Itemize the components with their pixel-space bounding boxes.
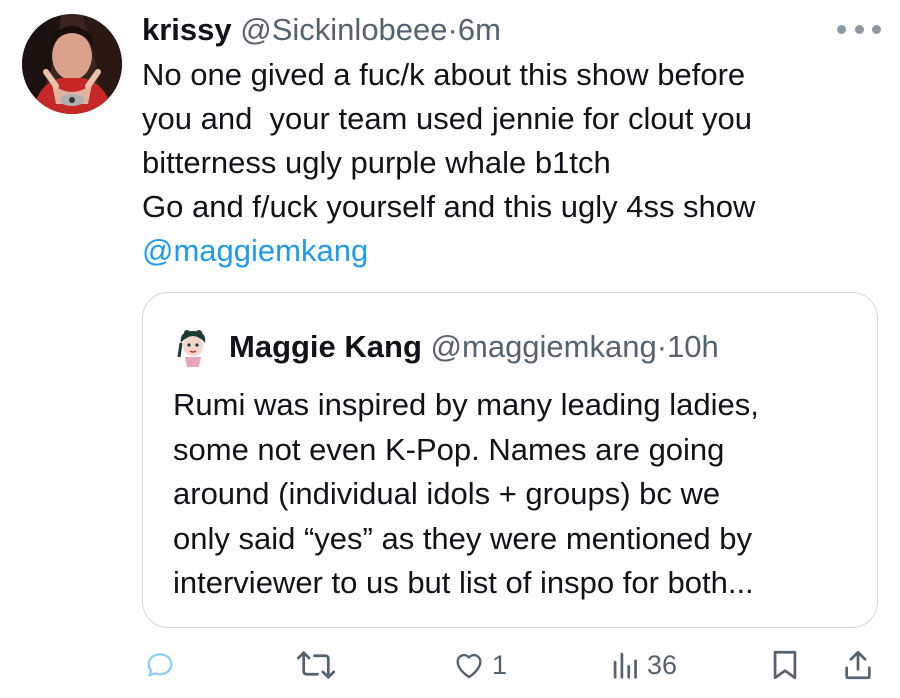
quoted-header: Maggie Kang @maggiemkang·10h [229, 329, 719, 365]
more-dot [872, 24, 881, 34]
bookmark-button[interactable] [770, 640, 800, 690]
quoted-author-name[interactable]: Maggie Kang [229, 329, 422, 364]
tweet-text: No one gived a fuc/k about this show bef… [142, 53, 872, 273]
quoted-text: Rumi was inspired by many leading ladies… [173, 383, 853, 606]
tweet-text-line: you and your team used jennie for clout … [142, 101, 753, 136]
action-bar: 1 36 [0, 640, 900, 690]
quoted-tweet[interactable]: Maggie Kang @maggiemkang·10h Rumi was in… [142, 292, 878, 628]
author-handle[interactable]: @Sickinlobeee [240, 12, 447, 47]
heart-icon [456, 653, 482, 679]
tweet-text-line: bitterness ugly purple whale b1tch [142, 145, 611, 180]
views-icon [613, 652, 637, 679]
view-count: 36 [647, 650, 678, 680]
quoted-text-line: Rumi was inspired by many leading ladies… [173, 387, 759, 422]
quoted-author-handle[interactable]: @maggiemkang [431, 329, 657, 364]
tweet-text-line: Go and f/uck yourself and this ugly 4ss … [142, 189, 756, 224]
quoted-text-line: interviewer to us but list of inspo for … [173, 565, 754, 600]
more-icon[interactable] [837, 22, 881, 36]
quoted-avatar[interactable] [173, 327, 213, 367]
avatar[interactable] [22, 14, 122, 114]
bookmark-icon [773, 650, 797, 680]
quoted-timestamp[interactable]: 10h [667, 329, 719, 364]
share-button[interactable] [842, 640, 874, 690]
retweet-icon [296, 651, 336, 679]
reply-button[interactable] [143, 640, 177, 690]
separator: · [656, 329, 668, 364]
timestamp[interactable]: 6m [458, 12, 501, 47]
separator: · [447, 12, 458, 47]
mention-link[interactable]: @maggiemkang [142, 229, 872, 273]
quoted-text-line: around (individual idols + groups) bc we [173, 476, 721, 511]
quoted-text-line: only said “yes” as they were mentioned b… [173, 520, 752, 556]
tweet-text-line: No one gived a fuc/k about this show bef… [142, 57, 746, 92]
retweet-button[interactable] [296, 640, 336, 690]
more-dot [837, 24, 846, 34]
more-dot [854, 24, 864, 34]
views-button[interactable]: 36 [611, 640, 677, 690]
quoted-text-line: some not even K-Pop. Names are going [173, 431, 725, 467]
like-count: 1 [492, 650, 508, 680]
author-name[interactable]: krissy [142, 12, 232, 47]
reply-icon [147, 653, 173, 677]
share-icon [845, 650, 871, 680]
tweet-header: krissy @Sickinlobeee·6m [142, 12, 501, 48]
like-button[interactable]: 1 [452, 640, 507, 690]
